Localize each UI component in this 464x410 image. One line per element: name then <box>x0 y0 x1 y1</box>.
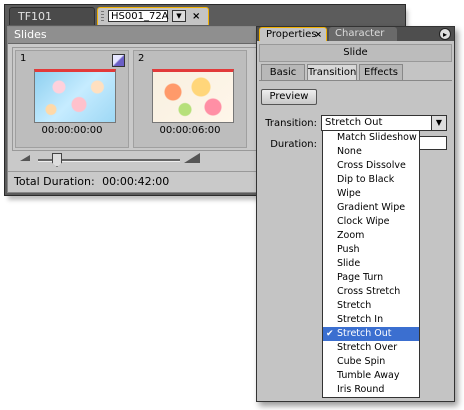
slide-time: 00:00:06:00 <box>159 125 221 136</box>
dropdown-option-label: Push <box>337 244 360 255</box>
zoom-out-icon[interactable] <box>20 155 30 161</box>
checkmark-icon: ✔ <box>326 329 334 339</box>
zoom-in-icon[interactable] <box>184 153 200 163</box>
tab-hs001-72a[interactable]: HS001_72A ▼ × <box>97 7 209 25</box>
dropdown-option[interactable]: None <box>323 145 419 159</box>
dropdown-option-label: Match Slideshow <box>337 132 417 143</box>
transition-label: Transition: <box>265 118 317 129</box>
tab-tf101[interactable]: TF101 <box>9 7 95 25</box>
dropdown-option-label: Cube Spin <box>337 356 386 367</box>
dropdown-option[interactable]: Wipe <box>323 187 419 201</box>
subtab-basic[interactable]: Basic <box>261 64 305 80</box>
dropdown-option-label: Stretch <box>337 300 372 311</box>
transition-select-value: Stretch Out <box>325 117 383 128</box>
subtab-transition[interactable]: Transition <box>307 64 357 80</box>
preview-button[interactable]: Preview <box>261 89 317 105</box>
dropdown-option-label: Iris Round <box>337 384 385 395</box>
dropdown-option[interactable]: Gradient Wipe <box>323 201 419 215</box>
dropdown-option[interactable]: Stretch Over <box>323 341 419 355</box>
dropdown-option-label: Slide <box>337 258 361 269</box>
tab-properties-label: Properties <box>266 29 317 40</box>
dropdown-option[interactable]: Match Slideshow <box>323 131 419 145</box>
slide-number: 1 <box>20 53 27 64</box>
properties-window: Properties × Character ▸ Slide Basic Tra… <box>256 26 455 402</box>
dropdown-option[interactable]: Cross Dissolve <box>323 159 419 173</box>
dropdown-option[interactable]: Iris Round <box>323 383 419 397</box>
dropdown-option-label: Clock Wipe <box>337 216 390 227</box>
panel-menu-icon[interactable]: ▸ <box>439 28 451 40</box>
dropdown-option-label: Page Turn <box>337 272 384 283</box>
dropdown-option-label: Dip to Black <box>337 174 395 185</box>
dropdown-option-label: Wipe <box>337 188 361 199</box>
properties-subtabs: Basic Transition Effects <box>259 64 452 81</box>
dropdown-arrow-icon[interactable]: ▼ <box>431 116 446 130</box>
properties-tabstrip: Properties × Character ▸ <box>257 27 454 41</box>
tab-properties[interactable]: Properties × <box>259 27 327 41</box>
zoom-slider-handle[interactable] <box>52 153 62 167</box>
tab-dropdown-button[interactable]: ▼ <box>172 10 186 22</box>
total-duration-value: 00:00:42:00 <box>102 175 170 188</box>
dropdown-option[interactable]: Slide <box>323 257 419 271</box>
thumbnail-zoom-slider <box>12 153 252 167</box>
dropdown-option-label: Zoom <box>337 230 365 241</box>
drag-grip-icon[interactable] <box>101 11 104 22</box>
dropdown-option[interactable]: ✔ Stretch Out <box>323 327 419 341</box>
dropdown-option-label: Stretch Out <box>337 328 392 339</box>
close-tab-icon[interactable]: × <box>314 28 322 42</box>
dropdown-option-label: Cross Stretch <box>337 286 401 297</box>
dropdown-option[interactable]: Cross Stretch <box>323 285 419 299</box>
dropdown-option[interactable]: Stretch In <box>323 313 419 327</box>
slide-number: 2 <box>138 53 145 64</box>
dropdown-option[interactable]: Zoom <box>323 229 419 243</box>
transition-select[interactable]: Stretch Out ▼ <box>321 115 447 131</box>
close-tab-icon[interactable]: × <box>192 8 200 25</box>
dropdown-option-label: Gradient Wipe <box>337 202 406 213</box>
dropdown-option[interactable]: Page Turn <box>323 271 419 285</box>
dropdown-option[interactable]: Dip to Black <box>323 173 419 187</box>
dropdown-option-label: None <box>337 146 362 157</box>
dropdown-option-label: Stretch Over <box>337 342 398 353</box>
total-duration-label: Total Duration: <box>14 175 95 188</box>
slide-time: 00:00:00:00 <box>41 125 103 136</box>
dropdown-option-label: Cross Dissolve <box>337 160 406 171</box>
dropdown-option-label: Tumble Away <box>337 370 400 381</box>
transition-dropdown-list: Match Slideshow None Cross Dissolve Dip to … <box>322 130 420 398</box>
slide-image <box>34 69 116 123</box>
dropdown-option[interactable]: Stretch <box>323 299 419 313</box>
transition-icon[interactable] <box>112 54 125 67</box>
slide-thumbnail[interactable]: 1 00:00:00:00 <box>15 50 129 148</box>
document-tabstrip: TF101 HS001_72A ▼ × <box>5 5 405 25</box>
duration-label: Duration: <box>270 139 317 150</box>
tab-character[interactable]: Character <box>329 27 397 41</box>
dropdown-option[interactable]: Cube Spin <box>323 355 419 369</box>
slide-thumbnail[interactable]: 2 00:00:06:00 <box>133 50 247 148</box>
slide-image <box>152 69 234 123</box>
properties-title: Slide <box>259 44 452 62</box>
subtab-effects[interactable]: Effects <box>359 64 403 80</box>
tab-name-field[interactable]: HS001_72A <box>108 10 169 22</box>
dropdown-option[interactable]: Clock Wipe <box>323 215 419 229</box>
dropdown-option[interactable]: Tumble Away <box>323 369 419 383</box>
dropdown-option-label: Stretch In <box>337 314 384 325</box>
dropdown-option[interactable]: Push <box>323 243 419 257</box>
